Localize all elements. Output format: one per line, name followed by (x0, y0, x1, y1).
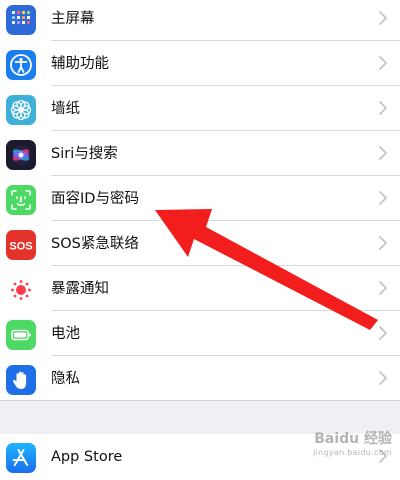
sos-icon: SOS (6, 230, 36, 260)
settings-row-label: 主屏幕 (51, 11, 95, 27)
chevron-right-icon (379, 236, 387, 250)
chevron-right-icon (379, 101, 387, 115)
group-divider-top (0, 400, 400, 401)
watermark-url: jingyan.baidu.com (313, 448, 392, 457)
settings-row-label: Siri与搜索 (51, 146, 118, 162)
chevron-right-icon (379, 146, 387, 160)
chevron-right-icon (379, 326, 387, 340)
settings-row-exposure-notifications[interactable]: 暴露通知 (0, 266, 400, 311)
settings-group-main: 主屏幕 辅助功能 墙纸 Siri与搜索 面容ID与密码 SOS SOS紧急联络 … (0, 0, 400, 401)
settings-row-emergency-sos[interactable]: SOS SOS紧急联络 (0, 221, 400, 266)
chevron-right-icon (379, 11, 387, 25)
settings-row-face-id[interactable]: 面容ID与密码 (0, 176, 400, 221)
app-store-icon (6, 443, 36, 473)
exposure-notification-icon (6, 275, 36, 305)
settings-row-label: 暴露通知 (51, 281, 109, 297)
settings-row-label: SOS紧急联络 (51, 236, 139, 252)
watermark-logo-text: Baidu 经验 (314, 431, 392, 447)
baidu-watermark: Baidu 经验 jingyan.baidu.com (313, 428, 392, 457)
privacy-hand-icon (6, 365, 36, 395)
chevron-right-icon (379, 371, 387, 385)
settings-row-home-screen[interactable]: 主屏幕 (0, 0, 400, 41)
face-id-icon (6, 185, 36, 215)
settings-row-siri[interactable]: Siri与搜索 (0, 131, 400, 176)
settings-row-label: 面容ID与密码 (51, 191, 139, 207)
settings-row-label: 辅助功能 (51, 56, 109, 72)
home-screen-icon (6, 5, 36, 35)
settings-row-privacy[interactable]: 隐私 (0, 356, 400, 401)
accessibility-icon (6, 50, 36, 80)
settings-row-label: 墙纸 (51, 101, 80, 117)
svg-text:SOS: SOS (9, 241, 32, 253)
chevron-right-icon (379, 281, 387, 295)
wallpaper-flower-icon (6, 95, 36, 125)
settings-row-accessibility[interactable]: 辅助功能 (0, 41, 400, 86)
settings-row-label: 电池 (51, 326, 80, 342)
chevron-right-icon (379, 191, 387, 205)
battery-icon (6, 320, 36, 350)
settings-row-label: 隐私 (51, 371, 80, 387)
settings-row-wallpaper[interactable]: 墙纸 (0, 86, 400, 131)
settings-row-label: App Store (51, 449, 123, 465)
chevron-right-icon (379, 56, 387, 70)
settings-row-battery[interactable]: 电池 (0, 311, 400, 356)
siri-icon (6, 140, 36, 170)
